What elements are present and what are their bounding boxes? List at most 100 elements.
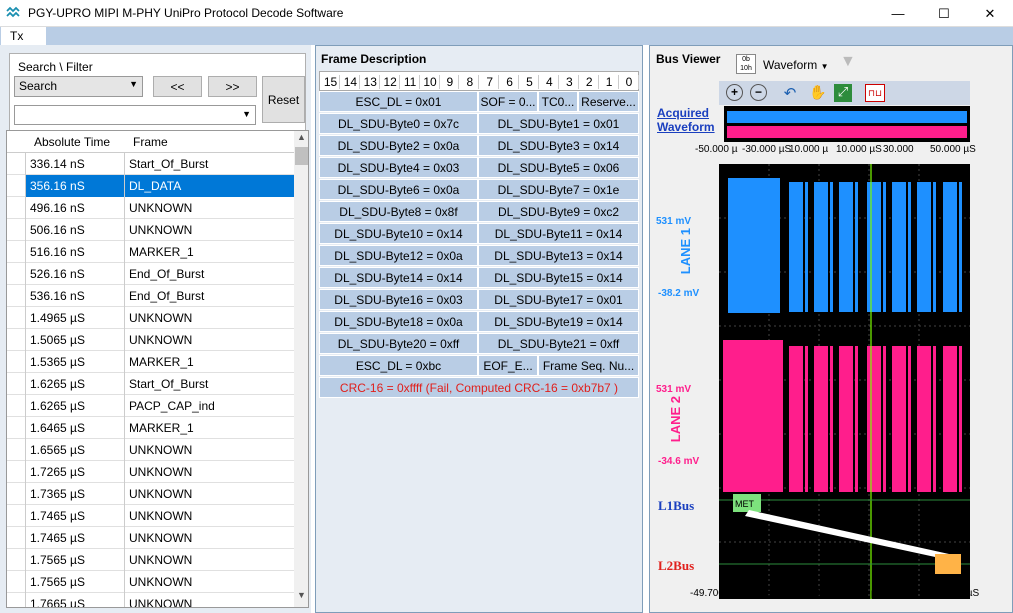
frame-field[interactable]: DL_SDU-Byte5 = 0x06 [478,157,639,178]
row-header[interactable] [7,241,26,263]
row-header[interactable] [7,417,26,439]
minimize-button[interactable]: — [875,0,921,27]
scroll-thumb[interactable] [295,147,308,165]
table-row[interactable]: 506.16 nS UNKNOWN [7,219,294,241]
table-row[interactable]: 1.7365 µS UNKNOWN [7,483,294,505]
table-row[interactable]: 1.7565 µS UNKNOWN [7,549,294,571]
fit-screen-icon[interactable]: ⤢ [834,84,852,102]
zoom-in-icon[interactable]: + [726,84,743,101]
maximize-button[interactable]: ☐ [921,0,967,27]
row-header[interactable] [7,527,26,549]
scroll-down-icon[interactable]: ▼ [294,590,308,606]
table-row[interactable]: 1.6265 µS PACP_CAP_ind [7,395,294,417]
frame-field[interactable]: DL_SDU-Byte21 = 0xff [478,333,639,354]
search-query-input[interactable]: ▼ [14,105,256,125]
frame-field[interactable]: Reserve... [578,91,639,112]
undo-icon[interactable]: ↶ [781,84,799,102]
zoom-out-icon[interactable]: − [750,84,767,101]
view-mode-select[interactable]: Waveform ▼ [763,58,829,72]
row-header[interactable] [7,373,26,395]
row-header[interactable] [7,175,26,197]
table-row[interactable]: 516.16 nS MARKER_1 [7,241,294,263]
row-header[interactable] [7,593,26,607]
filter-icon[interactable]: ▼ [840,53,856,71]
frame-field[interactable]: DL_SDU-Byte16 = 0x03 [319,289,478,310]
overview-waveform[interactable] [724,106,970,142]
row-header[interactable] [7,505,26,527]
table-row[interactable]: 526.16 nS End_Of_Burst [7,263,294,285]
row-header[interactable] [7,307,26,329]
row-header[interactable] [7,153,26,175]
row-header[interactable] [7,329,26,351]
search-mode-select[interactable]: Search ▼ [14,76,143,97]
row-header[interactable] [7,219,26,241]
crc-field[interactable]: CRC-16 = 0xffff (Fail, Computed CRC-16 =… [319,377,639,398]
frame-field[interactable]: DL_SDU-Byte12 = 0x0a [319,245,478,266]
frame-field[interactable]: Frame Seq. Nu... [538,355,639,376]
table-row[interactable]: 336.14 nS Start_Of_Burst [7,153,294,175]
row-header[interactable] [7,549,26,571]
close-button[interactable]: ✕ [967,0,1013,27]
frame-field[interactable]: TC0... [538,91,578,112]
cell-absolute-time: 1.6465 µS [26,417,125,439]
acquired-waveform-label[interactable]: Acquired Waveform [657,106,717,134]
previous-button[interactable]: << [153,76,202,97]
table-row[interactable]: 1.7565 µS UNKNOWN [7,571,294,593]
reset-button[interactable]: Reset [262,76,305,123]
frame-field[interactable]: ESC_DL = 0xbc [319,355,478,376]
row-header[interactable] [7,285,26,307]
frame-field[interactable]: DL_SDU-Byte20 = 0xff [319,333,478,354]
row-header[interactable] [7,439,26,461]
frame-field[interactable]: DL_SDU-Byte15 = 0x14 [478,267,639,288]
frame-field[interactable]: DL_SDU-Byte7 = 0x1e [478,179,639,200]
frame-field[interactable]: DL_SDU-Byte8 = 0x8f [319,201,478,222]
frame-field[interactable]: DL_SDU-Byte9 = 0xc2 [478,201,639,222]
scroll-up-icon[interactable]: ▲ [294,132,308,148]
frame-field[interactable]: DL_SDU-Byte2 = 0x0a [319,135,478,156]
frame-field[interactable]: ESC_DL = 0x01 [319,91,478,112]
table-row[interactable]: 1.4965 µS UNKNOWN [7,307,294,329]
table-row[interactable]: 1.7665 µS UNKNOWN [7,593,294,607]
pan-hand-icon[interactable]: ✋ [809,84,827,102]
row-header[interactable] [7,263,26,285]
frame-field[interactable]: DL_SDU-Byte13 = 0x14 [478,245,639,266]
tab-tx[interactable]: Tx [1,27,46,45]
listing-icon[interactable]: 0b 10h [736,54,756,74]
table-row[interactable]: 496.16 nS UNKNOWN [7,197,294,219]
frame-field[interactable]: DL_SDU-Byte18 = 0x0a [319,311,478,332]
frame-field[interactable]: EOF_E... [478,355,538,376]
frame-field[interactable]: DL_SDU-Byte0 = 0x7c [319,113,478,134]
column-header-frame[interactable]: Frame [133,135,168,149]
row-header[interactable] [7,197,26,219]
table-row[interactable]: 1.6565 µS UNKNOWN [7,439,294,461]
table-row[interactable]: 1.6465 µS MARKER_1 [7,417,294,439]
table-row[interactable]: 1.7465 µS UNKNOWN [7,527,294,549]
row-header[interactable] [7,483,26,505]
frame-field[interactable]: DL_SDU-Byte6 = 0x0a [319,179,478,200]
frame-field[interactable]: DL_SDU-Byte1 = 0x01 [478,113,639,134]
table-row[interactable]: 1.6265 µS Start_Of_Burst [7,373,294,395]
table-scrollbar[interactable]: ▲ ▼ [294,131,308,607]
table-row[interactable]: 1.5065 µS UNKNOWN [7,329,294,351]
table-row[interactable]: 356.16 nS DL_DATA [7,175,294,197]
row-header[interactable] [7,351,26,373]
frame-field[interactable]: DL_SDU-Byte11 = 0x14 [478,223,639,244]
table-row[interactable]: 1.5365 µS MARKER_1 [7,351,294,373]
table-row[interactable]: 536.16 nS End_Of_Burst [7,285,294,307]
frame-field[interactable]: DL_SDU-Byte10 = 0x14 [319,223,478,244]
frame-field[interactable]: DL_SDU-Byte14 = 0x14 [319,267,478,288]
column-header-time[interactable]: Absolute Time [34,135,110,149]
frame-field[interactable]: DL_SDU-Byte19 = 0x14 [478,311,639,332]
row-header[interactable] [7,395,26,417]
frame-field[interactable]: SOF = 0... [478,91,538,112]
next-button[interactable]: >> [208,76,257,97]
frame-field[interactable]: DL_SDU-Byte17 = 0x01 [478,289,639,310]
frame-field[interactable]: DL_SDU-Byte3 = 0x14 [478,135,639,156]
row-header[interactable] [7,571,26,593]
table-row[interactable]: 1.7265 µS UNKNOWN [7,461,294,483]
table-row[interactable]: 1.7465 µS UNKNOWN [7,505,294,527]
row-header[interactable] [7,461,26,483]
frame-field[interactable]: DL_SDU-Byte4 = 0x03 [319,157,478,178]
waveform-display[interactable]: MET [719,164,970,599]
trigger-icon[interactable]: ⊓⊔ [865,84,885,102]
